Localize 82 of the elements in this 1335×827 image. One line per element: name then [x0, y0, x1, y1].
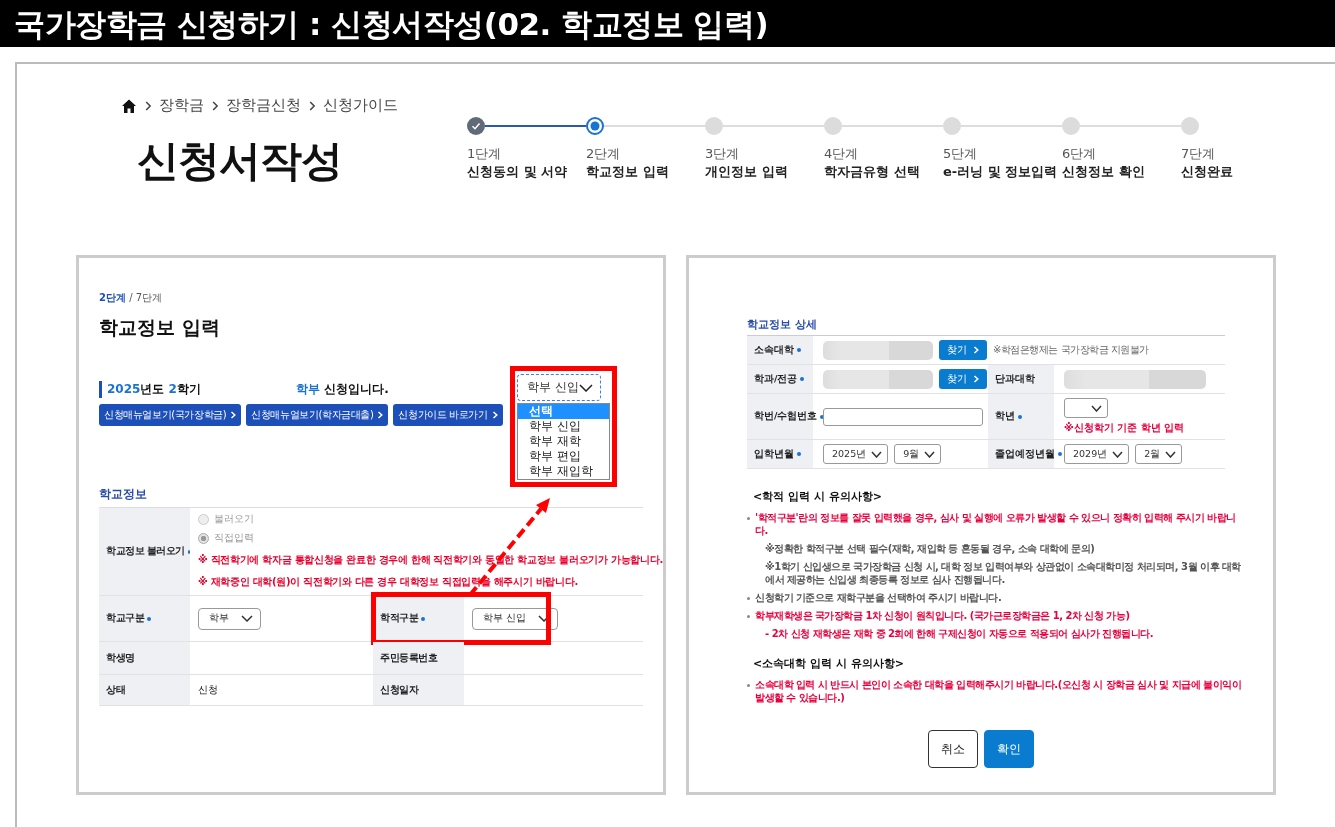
search-button[interactable]: 찾기	[939, 340, 987, 360]
step-label: 학자금유형 선택	[824, 163, 920, 181]
field-label-cell: 입학년월	[747, 440, 813, 468]
field-label-cell: 신청일자	[373, 675, 464, 705]
breadcrumb-link[interactable]: 장학금	[159, 96, 204, 115]
chevron-down-icon	[1112, 450, 1124, 458]
breadcrumb-link[interactable]: 장학금신청	[226, 96, 301, 115]
confirm-button[interactable]: 확인	[984, 730, 1034, 768]
field-label-cell: 학생명	[99, 642, 190, 674]
notice-text: 신청학기 기준으로 재학구분을 선택하여 주시기 바랍니다.	[755, 591, 1002, 604]
step-indicator: 2단계 / 7단계	[99, 291, 163, 305]
step-number: 3단계	[705, 145, 740, 163]
dropdown-option[interactable]: 학부 신입	[518, 419, 609, 434]
slide-title: 국가장학금 신청하기 : 신청서작성(02. 학교정보 입력)	[14, 5, 769, 44]
field-label-cell: 학과/전공	[747, 365, 813, 393]
manual-link-button[interactable]: 신청가이드 바로가기	[393, 404, 503, 426]
notice-text: ※1학기 신입생으로 국가장학금 신청 시, 대학 정보 입력여부와 상관없이 소속대학미정 처리되며, 3월 이후 대학에서 제공하는 신입생 최종등록 정보로 심사 진행됩니다.	[765, 560, 1242, 586]
notice-text: ※정확한 학적구분 선택 필수(재학, 재입학 등 혼동될 경우, 소속 대학에 문의)	[765, 542, 1095, 555]
manual-link-button[interactable]: 신청매뉴얼보기(국가장학금)	[99, 404, 242, 426]
select-field[interactable]: 학부	[198, 607, 261, 630]
notice-text: 학부재학생은 국가장학금 1차 신청이 원칙입니다. (국가근로장학금은 1, 2차 신청 가능)	[755, 609, 1130, 622]
select-field[interactable]: 2월	[1135, 444, 1183, 464]
chevron-down-icon	[578, 383, 593, 392]
chevron-down-icon	[871, 450, 883, 458]
home-icon	[121, 97, 137, 114]
field-value: 신청	[198, 683, 218, 697]
field-label-cell: 주민등록번호	[373, 642, 464, 674]
field-label-cell: 상태	[99, 675, 190, 705]
search-button[interactable]: 찾기	[939, 369, 987, 389]
select-field[interactable]: 2025년	[823, 444, 889, 464]
section-title: 학교정보	[99, 486, 147, 503]
dropdown-option[interactable]: 학부 재학	[518, 434, 609, 449]
breadcrumb-link[interactable]: 신청가이드	[323, 96, 398, 115]
bullet-icon	[747, 597, 750, 600]
step-number: 1단계	[467, 145, 502, 163]
manual-link-button[interactable]: 신청매뉴얼보기(학자금대출)	[246, 404, 389, 426]
chevron-down-icon	[1091, 404, 1102, 412]
field-label-cell: 단과대학	[988, 365, 1054, 393]
notes-heading: <학적 입력 시 유의사항>	[753, 489, 882, 504]
semester-notice: 2025년도 2학기 학부 신청입니다.	[99, 381, 389, 398]
select-field[interactable]: 학부 신입	[517, 374, 601, 401]
step-label: 학교정보 입력	[586, 163, 669, 181]
step-number: 6단계	[1062, 145, 1097, 163]
notes-heading: <소속대학 입력 시 유의사항>	[753, 656, 904, 671]
cancel-button[interactable]: 취소	[928, 730, 978, 768]
chevron-right-icon	[971, 374, 981, 384]
field-note: ※신청학기 기준 학년 입력	[1064, 421, 1185, 435]
step-label: 신청동의 및 서약	[467, 163, 568, 181]
select-field[interactable]: 9월	[894, 444, 942, 464]
warning-note: ※ 재학중인 대학(원)이 직전학기와 다른 경우 대학정보 직접입력을 해주시기 바랍니다.	[198, 575, 578, 589]
step-label: 개인정보 입력	[705, 163, 788, 181]
form-heading: 학교정보 입력	[99, 315, 220, 340]
section-title: 학교정보 상세	[747, 317, 817, 332]
field-note: ※학점은행제는 국가장학금 지원불가	[993, 343, 1149, 357]
chevron-right-icon	[971, 345, 981, 355]
chevron-down-icon	[924, 450, 936, 458]
field-label-cell: 학교정보 불러오기	[99, 508, 190, 595]
chevron-down-icon	[241, 615, 253, 622]
step-number: 5단계	[943, 145, 978, 163]
bullet-icon	[747, 615, 750, 618]
dropdown-option[interactable]: 학부 편입	[518, 449, 609, 464]
dropdown-option[interactable]: 학부 재입학	[518, 464, 609, 479]
input-field[interactable]	[823, 407, 983, 426]
step-number: 2단계	[586, 145, 621, 163]
field-label-cell: 소속대학	[747, 336, 813, 364]
bullet-icon	[747, 517, 750, 520]
page-heading: 신청서작성	[137, 135, 342, 187]
select-field[interactable]: 학부 신입	[472, 607, 559, 630]
notice-text: - 2차 신청 재학생은 재학 중 2회에 한해 구제신청이 자동으로 적용되어 심사가 진행됩니다.	[765, 627, 1154, 640]
select-field[interactable]	[1064, 398, 1108, 418]
chevron-down-icon	[1165, 450, 1177, 458]
field-label-cell: 학교구분	[99, 596, 190, 641]
select-field[interactable]: 2029년	[1064, 444, 1130, 464]
notice-text: '학적구분'란의 정보를 잘못 입력했을 경우, 심사 및 실행에 오류가 발생할 수 있으니 정확히 입력해 주시기 바랍니다.	[755, 511, 1237, 537]
step-number: 4단계	[824, 145, 859, 163]
step-label: 신청완료	[1181, 163, 1233, 181]
notice-text: 소속대학 입력 시 반드시 본인이 소속한 대학을 입력해주시기 바랍니다.(오신청 시 장학금 심사 및 지급에 불이익이 발생할 수 있습니다.)	[755, 678, 1243, 704]
field-label-cell: 학년	[988, 394, 1054, 439]
step-label: 신청정보 확인	[1062, 163, 1145, 181]
bullet-icon	[747, 684, 750, 687]
step-number: 7단계	[1181, 145, 1216, 163]
step-label: e-러닝 및 정보입력	[943, 163, 1058, 181]
